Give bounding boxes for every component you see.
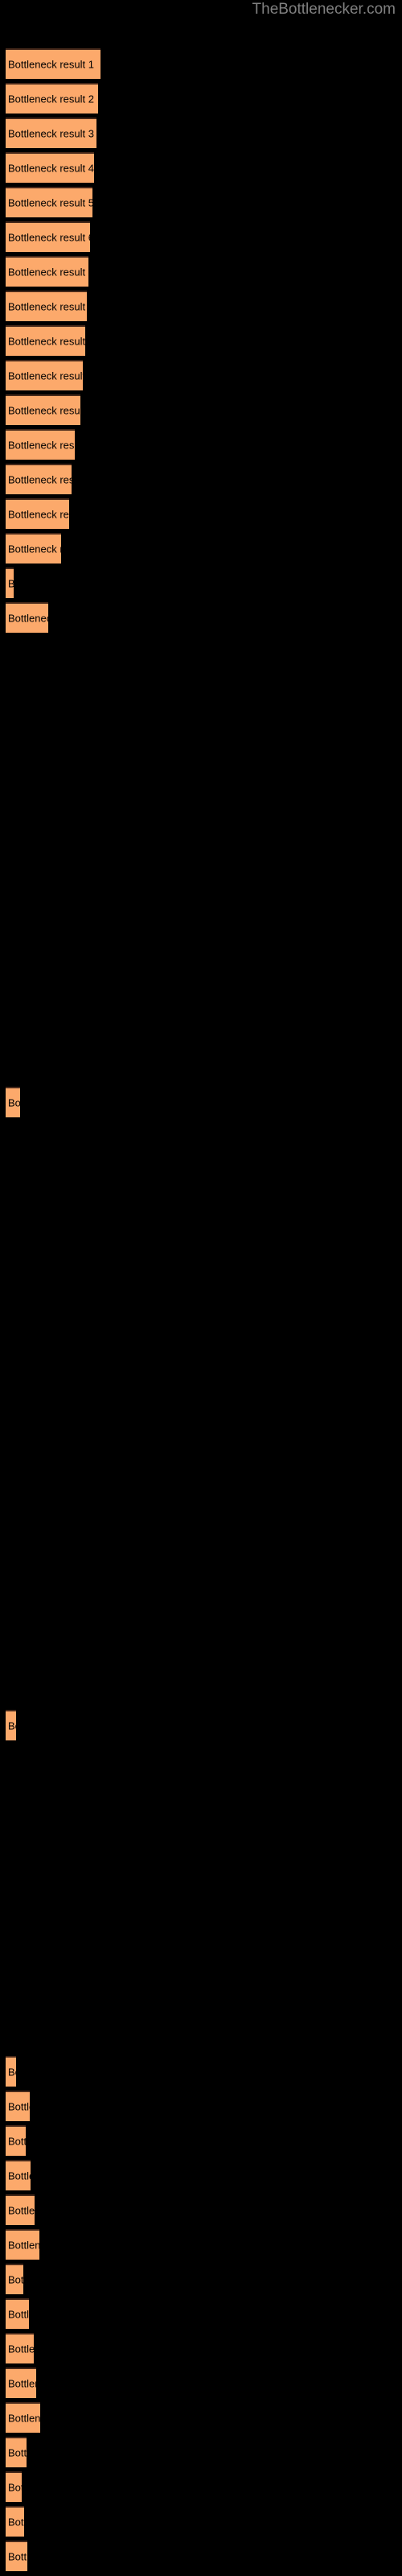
bar-label: Bottleneck result 4 <box>8 162 94 175</box>
bar[interactable]: Bottleneck result 69 <box>6 2402 40 2433</box>
bar-label: Bottleneck result 71 <box>8 2481 22 2494</box>
bar[interactable]: Bottleneck result 16 <box>6 568 14 598</box>
bar[interactable]: Bottleneck result 61 <box>6 2125 26 2156</box>
bar[interactable]: Bottleneck result 12 <box>6 429 75 460</box>
bar[interactable]: Bottleneck result 17 <box>6 602 48 633</box>
bar[interactable]: Bottleneck result 71 <box>6 2471 22 2502</box>
bar-label: Bottleneck result 5 <box>8 196 92 209</box>
bar[interactable]: Bottleneck result 68 <box>6 2368 36 2398</box>
plot-area: Bottleneck result 1 Bottleneck result 2 Bo… <box>0 0 402 2576</box>
bar-label: Bottleneck result 63 <box>8 2204 35 2217</box>
bar-label: Bottleneck result 73 <box>8 2550 27 2563</box>
bar-label: Bottleneck result 6 <box>8 231 90 244</box>
bar-label: Bottleneck result 31 <box>8 1096 20 1109</box>
bar-label: Bottleneck result 66 <box>8 2308 29 2321</box>
bar-label: Bottleneck result 15 <box>8 543 61 555</box>
bar[interactable]: Bottleneck result 31 <box>6 1087 20 1117</box>
bar-label: Bottleneck result 61 <box>8 2135 26 2148</box>
bar-label: Bottleneck result 16 <box>8 579 14 589</box>
bar-label: Bottleneck result 10 <box>8 369 83 382</box>
bar[interactable]: Bottleneck result 3 <box>6 118 96 148</box>
bar[interactable]: Bottleneck result 11 <box>6 394 80 425</box>
bar[interactable]: Bottleneck result 70 <box>6 2437 27 2467</box>
bar[interactable]: Bottleneck result 6 <box>6 221 90 252</box>
bar[interactable]: Bottleneck result 8 <box>6 291 87 321</box>
bar[interactable]: Bottleneck result 4 <box>6 152 94 183</box>
bar-label: Bottleneck result 11 <box>8 404 80 417</box>
bar-label: Bottleneck result 68 <box>8 2377 36 2390</box>
bar-label: Bottleneck result 72 <box>8 2516 24 2529</box>
bar-label: Bottleneck result 3 <box>8 127 94 140</box>
bar[interactable]: Bottleneck result 13 <box>6 464 72 494</box>
bar-label: Bottleneck result 17 <box>8 612 48 625</box>
bar-label: Bottleneck result 64 <box>8 2239 39 2252</box>
bar[interactable]: Bottleneck result 67 <box>6 2333 34 2363</box>
bar-label: Bottleneck result 59 <box>8 2066 16 2079</box>
bar-label: Bottleneck result 7 <box>8 266 88 279</box>
bar[interactable]: Bottleneck result 64 <box>6 2229 39 2260</box>
bar[interactable]: Bottleneck result 10 <box>6 360 83 390</box>
bar[interactable]: Bottleneck result 7 <box>6 256 88 287</box>
bar[interactable]: Bottleneck result 72 <box>6 2506 24 2537</box>
bar[interactable]: Bottleneck result 59 <box>6 2056 16 2087</box>
bar[interactable]: Bottleneck result 66 <box>6 2298 29 2329</box>
bar-label: Bottleneck result 49 <box>8 1719 16 1732</box>
bar[interactable]: Bottleneck result 15 <box>6 533 61 564</box>
bar-label: Bottleneck result 70 <box>8 2446 27 2459</box>
bar[interactable]: Bottleneck result 1 <box>6 48 100 79</box>
bar-label: Bottleneck result 62 <box>8 2169 31 2182</box>
bar-label: Bottleneck result 12 <box>8 439 75 452</box>
bar-label: Bottleneck result 1 <box>8 58 94 71</box>
bar[interactable]: Bottleneck result 49 <box>6 1710 16 1740</box>
bar[interactable]: Bottleneck result 65 <box>6 2264 23 2294</box>
bar-chart-root: TheBottlenecker.com Bottleneck result 1B… <box>0 0 402 2576</box>
bar[interactable]: Bottleneck result 62 <box>6 2160 31 2190</box>
bar[interactable]: Bottleneck result 2 <box>6 83 98 114</box>
bar-label: Bottleneck result 13 <box>8 473 72 486</box>
bar-label: Bottleneck result 69 <box>8 2412 40 2425</box>
bar[interactable]: Bottleneck result 9 <box>6 325 85 356</box>
bar-label: Bottleneck result 2 <box>8 93 94 105</box>
bar-label: Bottleneck result 67 <box>8 2343 34 2355</box>
bar[interactable]: Bottleneck result 14 <box>6 498 69 529</box>
bar-label: Bottleneck result 65 <box>8 2273 23 2286</box>
bar[interactable]: Bottleneck result 73 <box>6 2541 27 2571</box>
bar-label: Bottleneck result 8 <box>8 300 87 313</box>
bar[interactable]: Bottleneck result 60 <box>6 2091 30 2121</box>
bar-label: Bottleneck result 60 <box>8 2100 30 2113</box>
bar[interactable]: Bottleneck result 5 <box>6 187 92 217</box>
bar-label: Bottleneck result 9 <box>8 335 85 348</box>
bar[interactable]: Bottleneck result 63 <box>6 2194 35 2225</box>
bar-label: Bottleneck result 14 <box>8 508 69 521</box>
